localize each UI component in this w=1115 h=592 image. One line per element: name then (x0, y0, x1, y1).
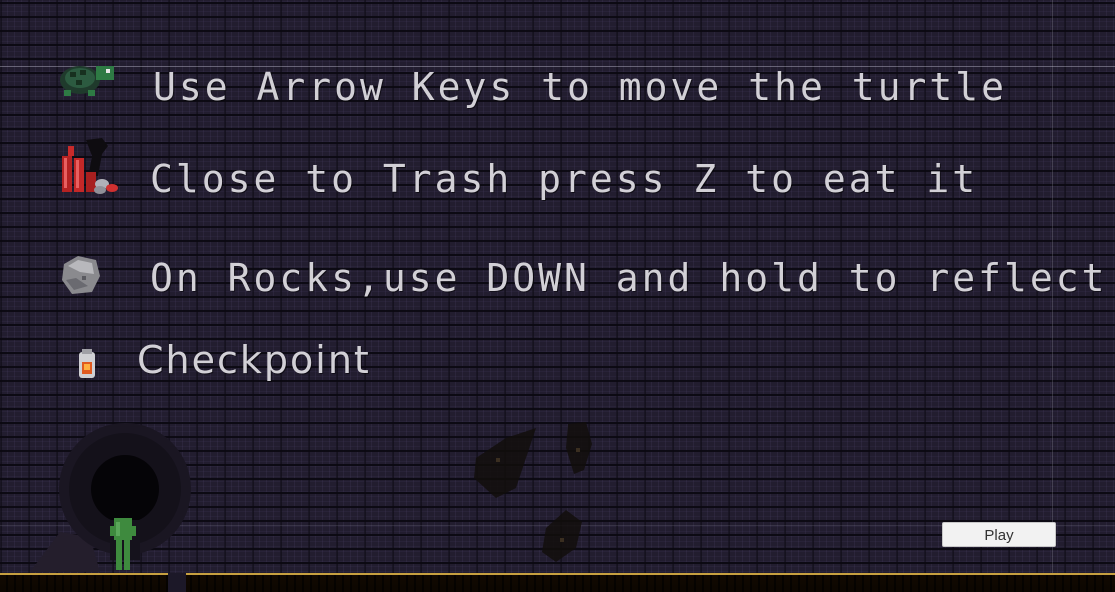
debris-cluster (474, 422, 592, 562)
instruction-checkpoint: Checkpoint (137, 338, 371, 382)
checkpoint-icon (79, 349, 95, 378)
instruction-move: Use Arrow Keys to move the turtle (153, 65, 1007, 109)
game-scene: Use Arrow Keys to move the turtle Close … (0, 0, 1115, 592)
player-character (110, 518, 136, 570)
ground-gap (168, 573, 186, 592)
instruction-eat-trash: Close to Trash press Z to eat it (150, 157, 979, 201)
instruction-reflect-rock: On Rocks,use DOWN and hold to reflect it (150, 256, 1115, 300)
play-button[interactable]: Play (942, 522, 1056, 547)
rock-icon (62, 256, 100, 294)
turtle-icon (60, 66, 114, 96)
trash-icon (62, 138, 118, 194)
